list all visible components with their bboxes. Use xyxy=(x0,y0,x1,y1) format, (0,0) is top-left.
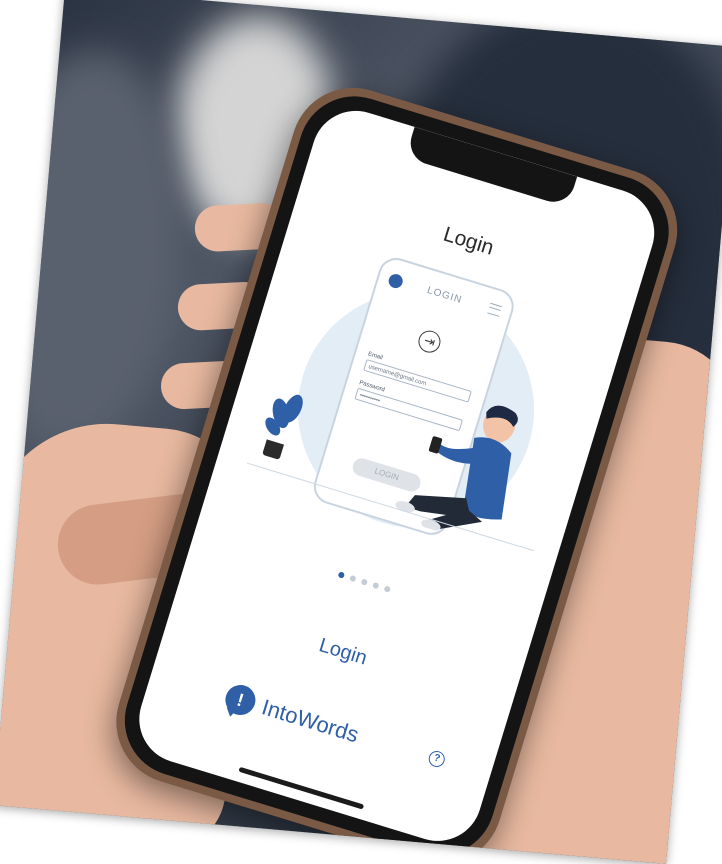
pagination-dot[interactable] xyxy=(349,574,357,583)
plant-pot xyxy=(262,439,285,460)
enter-icon: ⇥ xyxy=(415,327,444,356)
photo-background: Login LOGIN ⇥ Email username@gmail.com P… xyxy=(0,0,722,864)
home-indicator[interactable] xyxy=(238,766,365,810)
brand-logo: ! IntoWords xyxy=(221,679,363,752)
intowords-logo-icon: ! xyxy=(221,681,260,719)
pagination-dot[interactable] xyxy=(337,571,346,579)
pagination-dot[interactable] xyxy=(372,581,380,590)
pagination-dot[interactable] xyxy=(383,585,392,593)
pagination-dot[interactable] xyxy=(360,578,369,586)
onboarding-illustration: LOGIN ⇥ Email username@gmail.com Passwor… xyxy=(235,233,604,588)
help-icon[interactable]: ? xyxy=(426,748,447,769)
brand-name: IntoWords xyxy=(258,694,362,748)
